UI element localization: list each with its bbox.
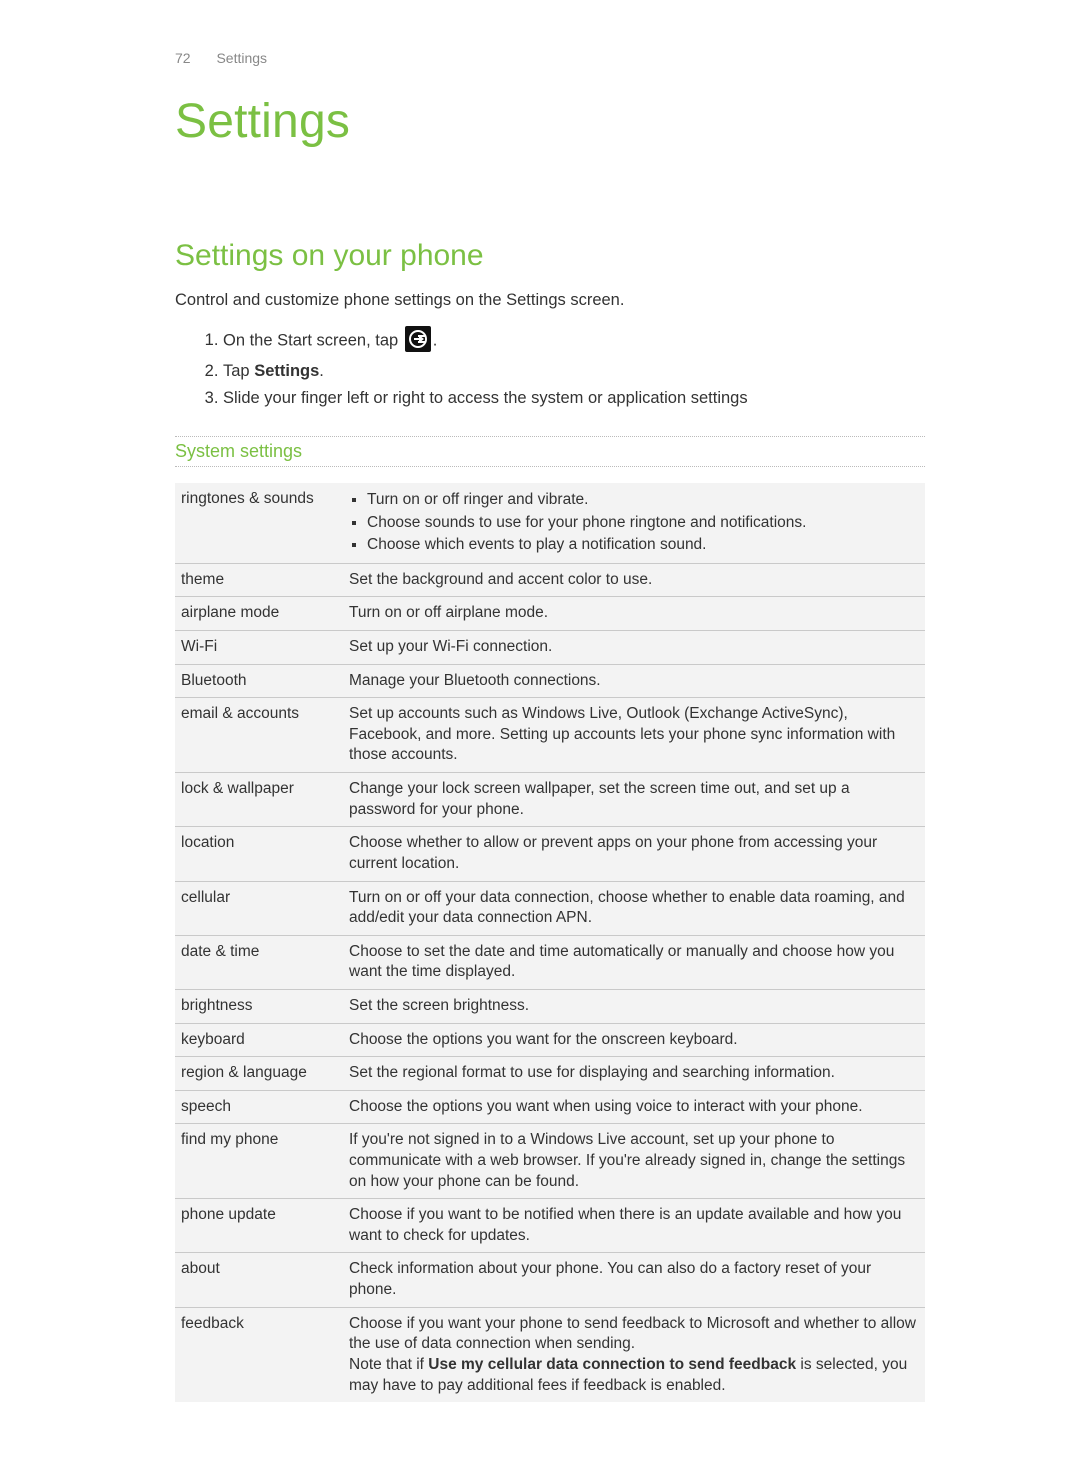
- table-row: email & accounts Set up accounts such as…: [175, 698, 925, 773]
- step-1-pre: On the Start screen, tap: [223, 331, 403, 349]
- step-1-post: .: [433, 331, 438, 349]
- setting-desc: Set the background and accent color to u…: [341, 563, 925, 597]
- system-settings-table: ringtones & sounds Turn on or off ringer…: [175, 483, 925, 1402]
- setting-label: lock & wallpaper: [175, 773, 341, 827]
- divider-bottom: [175, 466, 925, 467]
- step-2: Tap Settings.: [223, 358, 925, 385]
- setting-desc: Choose whether to allow or prevent apps …: [341, 827, 925, 881]
- divider-top: [175, 436, 925, 437]
- feedback-p2-bold: Use my cellular data connection to send …: [428, 1356, 796, 1373]
- table-row: Bluetooth Manage your Bluetooth connecti…: [175, 664, 925, 698]
- feedback-p1: Choose if you want your phone to send fe…: [349, 1314, 917, 1355]
- chapter-title: Settings: [175, 94, 925, 149]
- table-row: phone update Choose if you want to be no…: [175, 1199, 925, 1253]
- feedback-p2-pre: Note that if: [349, 1356, 428, 1373]
- section-title: Settings on your phone: [175, 239, 925, 273]
- setting-desc: Manage your Bluetooth connections.: [341, 664, 925, 698]
- setting-desc: Choose the options you want for the onsc…: [341, 1023, 925, 1057]
- setting-desc: Choose if you want to be notified when t…: [341, 1199, 925, 1253]
- bullet-item: Choose which events to play a notificati…: [367, 534, 917, 557]
- table-row: cellular Turn on or off your data connec…: [175, 881, 925, 935]
- setting-label: theme: [175, 563, 341, 597]
- setting-label: airplane mode: [175, 597, 341, 631]
- setting-label: region & language: [175, 1057, 341, 1091]
- table-row: location Choose whether to allow or prev…: [175, 827, 925, 881]
- setting-label: feedback: [175, 1307, 341, 1402]
- table-row: feedback Choose if you want your phone t…: [175, 1307, 925, 1402]
- manual-page: 72 Settings Settings Settings on your ph…: [0, 0, 1080, 1462]
- setting-desc: Turn on or off ringer and vibrate. Choos…: [341, 483, 925, 563]
- bullet-item: Choose sounds to use for your phone ring…: [367, 512, 917, 535]
- table-row: date & time Choose to set the date and t…: [175, 935, 925, 989]
- setting-desc: Choose to set the date and time automati…: [341, 935, 925, 989]
- setting-label: about: [175, 1253, 341, 1307]
- step-2-pre: Tap: [223, 362, 254, 380]
- setting-label: keyboard: [175, 1023, 341, 1057]
- table-row: keyboard Choose the options you want for…: [175, 1023, 925, 1057]
- setting-desc: Set up accounts such as Windows Live, Ou…: [341, 698, 925, 773]
- table-row: about Check information about your phone…: [175, 1253, 925, 1307]
- bullet-item: Turn on or off ringer and vibrate.: [367, 489, 917, 512]
- page-number: 72: [175, 50, 191, 66]
- running-title: Settings: [216, 50, 267, 66]
- step-1: On the Start screen, tap .: [223, 324, 925, 358]
- arrow-right-circle-icon: [405, 326, 431, 352]
- setting-label: speech: [175, 1090, 341, 1124]
- setting-desc: Check information about your phone. You …: [341, 1253, 925, 1307]
- setting-desc: Change your lock screen wallpaper, set t…: [341, 773, 925, 827]
- setting-desc: Set up your Wi-Fi connection.: [341, 631, 925, 665]
- setting-label: email & accounts: [175, 698, 341, 773]
- setting-desc: Set the regional format to use for displ…: [341, 1057, 925, 1091]
- setting-label: ringtones & sounds: [175, 483, 341, 563]
- subsection-header: System settings: [175, 436, 925, 467]
- setting-label: brightness: [175, 989, 341, 1023]
- table-row: airplane mode Turn on or off airplane mo…: [175, 597, 925, 631]
- setting-label: find my phone: [175, 1124, 341, 1199]
- feedback-p2: Note that if Use my cellular data connec…: [349, 1355, 917, 1396]
- bullet-list: Turn on or off ringer and vibrate. Choos…: [349, 489, 917, 557]
- running-header: 72 Settings: [175, 50, 925, 66]
- setting-label: cellular: [175, 881, 341, 935]
- table-row: speech Choose the options you want when …: [175, 1090, 925, 1124]
- step-3: Slide your finger left or right to acces…: [223, 385, 925, 412]
- table-row: Wi-Fi Set up your Wi-Fi connection.: [175, 631, 925, 665]
- setting-desc: Choose the options you want when using v…: [341, 1090, 925, 1124]
- table-row: region & language Set the regional forma…: [175, 1057, 925, 1091]
- setting-desc: If you're not signed in to a Windows Liv…: [341, 1124, 925, 1199]
- steps-list: On the Start screen, tap . Tap Settings.…: [175, 324, 925, 412]
- table-row: find my phone If you're not signed in to…: [175, 1124, 925, 1199]
- table-row: brightness Set the screen brightness.: [175, 989, 925, 1023]
- setting-label: Wi-Fi: [175, 631, 341, 665]
- setting-label: date & time: [175, 935, 341, 989]
- setting-label: location: [175, 827, 341, 881]
- table-row: theme Set the background and accent colo…: [175, 563, 925, 597]
- step-2-post: .: [319, 362, 324, 380]
- setting-desc: Set the screen brightness.: [341, 989, 925, 1023]
- table-row: ringtones & sounds Turn on or off ringer…: [175, 483, 925, 563]
- lead-paragraph: Control and customize phone settings on …: [175, 291, 925, 310]
- table-row: lock & wallpaper Change your lock screen…: [175, 773, 925, 827]
- setting-label: Bluetooth: [175, 664, 341, 698]
- setting-desc: Turn on or off your data connection, cho…: [341, 881, 925, 935]
- setting-label: phone update: [175, 1199, 341, 1253]
- subsection-title: System settings: [175, 441, 925, 462]
- setting-desc: Choose if you want your phone to send fe…: [341, 1307, 925, 1402]
- setting-desc: Turn on or off airplane mode.: [341, 597, 925, 631]
- step-2-bold: Settings: [254, 362, 319, 380]
